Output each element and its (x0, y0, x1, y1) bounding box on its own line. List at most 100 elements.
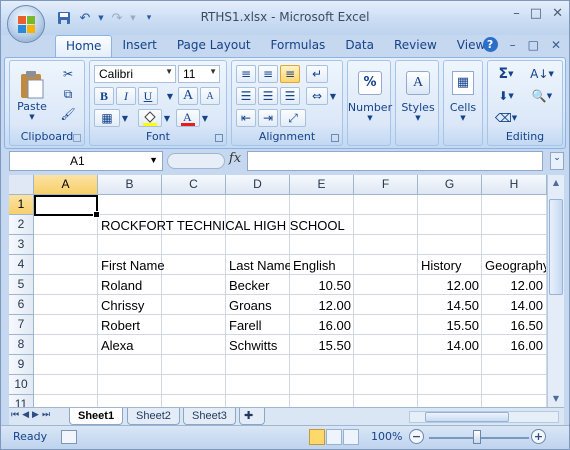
row-header-6[interactable]: 6 (9, 295, 34, 315)
close-button[interactable]: ✕ (552, 6, 563, 21)
column-header-c[interactable]: C (162, 175, 226, 195)
zoom-out-icon[interactable]: − (409, 429, 424, 444)
column-header-b[interactable]: B (98, 175, 162, 195)
alignment-launcher-icon[interactable] (331, 134, 339, 142)
fill-color-dropdown-icon[interactable]: ▼ (162, 109, 172, 127)
select-all-button[interactable] (9, 175, 34, 195)
tab-formulas[interactable]: Formulas (261, 35, 336, 57)
cell-d5[interactable]: Becker (226, 276, 272, 295)
format-painter-icon[interactable]: 🖌 (58, 105, 78, 123)
cell-d7[interactable]: Farell (226, 316, 265, 335)
cell-b6[interactable]: Chrissy (98, 296, 147, 315)
column-header-f[interactable]: F (354, 175, 418, 195)
decrease-indent-icon[interactable]: ⇤ (236, 109, 256, 127)
fill-icon[interactable]: ⬇ ▼ (492, 87, 520, 105)
fill-color-icon[interactable] (138, 109, 162, 127)
name-box[interactable]: A1 ▼ (9, 151, 163, 171)
cell-h8[interactable]: 16.00 (482, 336, 546, 355)
number-button[interactable]: % Number ▼ (348, 65, 392, 127)
column-header-h[interactable]: H (482, 175, 547, 195)
cells-button[interactable]: ▦ Cells ▼ (446, 65, 480, 127)
clipboard-launcher-icon[interactable] (73, 134, 81, 142)
zoom-slider-thumb[interactable] (473, 430, 481, 444)
borders-icon[interactable]: ▦ (94, 109, 120, 127)
cell-e7[interactable]: 16.00 (290, 316, 354, 335)
formula-input[interactable] (247, 151, 543, 171)
row-header-2[interactable]: 2 (9, 215, 34, 235)
normal-view-icon[interactable] (309, 429, 325, 445)
first-sheet-icon[interactable]: ⏮ (11, 410, 19, 420)
wrap-text-icon[interactable]: ↵ (306, 65, 328, 83)
find-select-icon[interactable]: 🔍 ▼ (526, 87, 558, 105)
row-header-3[interactable]: 3 (9, 235, 34, 255)
align-right-icon[interactable]: ☰ (280, 87, 300, 105)
prev-sheet-icon[interactable]: ◀ (22, 410, 29, 420)
sort-filter-icon[interactable]: A↓ ▼ (526, 65, 558, 83)
tab-home[interactable]: Home (55, 35, 113, 57)
styles-button[interactable]: A Styles ▼ (400, 65, 436, 127)
cell-g7[interactable]: 15.50 (418, 316, 482, 335)
row-header-8[interactable]: 8 (9, 335, 34, 355)
cell-h7[interactable]: 16.50 (482, 316, 546, 335)
doc-close-button[interactable]: ✕ (551, 38, 561, 52)
row-header-4[interactable]: 4 (9, 255, 34, 275)
font-color-dropdown-icon[interactable]: ▼ (200, 109, 210, 127)
vertical-scrollbar[interactable]: ▲ ▼ (547, 175, 564, 407)
expand-formula-bar-icon[interactable]: ⌄ (550, 152, 564, 170)
zoom-in-icon[interactable]: + (531, 429, 546, 444)
cell-g4[interactable]: History (418, 256, 464, 275)
tab-page-layout[interactable]: Page Layout (167, 35, 261, 57)
bold-button[interactable]: B (94, 87, 114, 105)
italic-button[interactable]: I (116, 87, 136, 105)
maximize-button[interactable]: □ (530, 6, 542, 21)
cell-d4[interactable]: Last Name (226, 256, 290, 275)
cell-b4[interactable]: First Name (98, 256, 168, 275)
cell-g5[interactable]: 12.00 (418, 276, 482, 295)
worksheet-grid[interactable]: A B C D E F G H 1 2 3 4 5 6 7 8 9 10 11 (9, 175, 547, 407)
cell-e4[interactable]: English (290, 256, 339, 275)
column-header-g[interactable]: G (418, 175, 482, 195)
page-break-view-icon[interactable] (343, 429, 359, 445)
macro-record-icon[interactable] (61, 430, 77, 444)
cell-g6[interactable]: 14.50 (418, 296, 482, 315)
merge-dropdown-icon[interactable]: ▼ (328, 87, 338, 105)
column-header-d[interactable]: D (226, 175, 290, 195)
shrink-font-button[interactable]: A (200, 87, 220, 105)
row-header-1[interactable]: 1 (9, 195, 34, 215)
sheet-tab-sheet1[interactable]: Sheet1 (69, 408, 124, 425)
underline-dropdown-icon[interactable]: ▼ (160, 87, 180, 105)
tab-insert[interactable]: Insert (112, 35, 166, 57)
font-color-icon[interactable]: A (176, 109, 200, 127)
cell-b2[interactable]: ROCKFORT TECHNICAL HIGH SCHOOL (98, 216, 348, 235)
column-header-e[interactable]: E (290, 175, 354, 195)
font-name-combo[interactable]: Calibri ▼ (94, 65, 176, 83)
cell-h4[interactable]: Geography (482, 256, 546, 275)
cell-d8[interactable]: Schwitts (226, 336, 280, 355)
sheet-tab-sheet2[interactable]: Sheet2 (127, 408, 180, 425)
cell-b8[interactable]: Alexa (98, 336, 137, 355)
cell-e6[interactable]: 12.00 (290, 296, 354, 315)
borders-dropdown-icon[interactable]: ▼ (120, 109, 130, 127)
grow-font-button[interactable]: A (178, 87, 198, 105)
row-header-7[interactable]: 7 (9, 315, 34, 335)
paste-button[interactable]: Paste ▼ (14, 65, 50, 125)
zoom-level[interactable]: 100% (371, 430, 402, 443)
underline-button[interactable]: U (138, 87, 158, 105)
doc-minimize-button[interactable]: – (510, 38, 516, 52)
vertical-scroll-thumb[interactable] (549, 199, 563, 295)
font-launcher-icon[interactable] (215, 134, 223, 142)
insert-function-icon[interactable]: fx (227, 151, 243, 171)
tab-review[interactable]: Review (384, 35, 447, 57)
autosum-icon[interactable]: Σ ▼ (492, 65, 520, 83)
sheet-tab-sheet3[interactable]: Sheet3 (183, 408, 236, 425)
cell-d6[interactable]: Groans (226, 296, 275, 315)
row-header-5[interactable]: 5 (9, 275, 34, 295)
office-button[interactable] (7, 5, 45, 43)
clear-icon[interactable]: ⌫ ▼ (492, 109, 520, 127)
copy-icon[interactable]: ⧉ (58, 85, 78, 103)
align-left-icon[interactable]: ☰ (236, 87, 256, 105)
align-middle-icon[interactable]: ≡ (258, 65, 278, 83)
formula-bar-resize-handle[interactable] (167, 153, 225, 169)
column-header-a[interactable]: A (34, 175, 98, 195)
scroll-down-icon[interactable]: ▼ (549, 391, 563, 407)
